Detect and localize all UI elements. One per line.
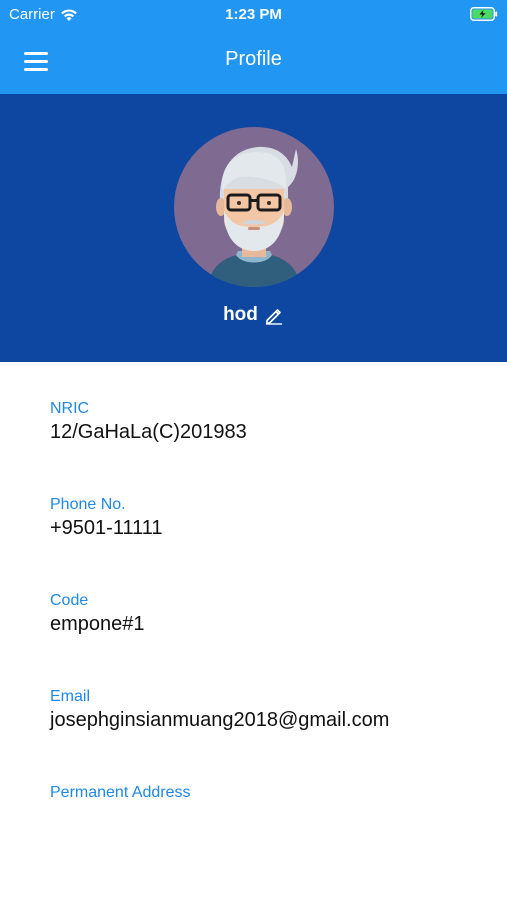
field-phone: Phone No. +9501-11111 xyxy=(50,495,490,591)
field-label: Code xyxy=(50,592,89,609)
field-value: empone#1 xyxy=(50,613,145,635)
username: hod xyxy=(223,304,258,325)
field-value: +9501-11111 xyxy=(50,517,163,539)
field-value: 12/GaHaLa(C)201983 xyxy=(50,421,247,443)
field-value: josephginsianmuang2018@gmail.com xyxy=(50,709,390,731)
field-code: Code empone#1 xyxy=(50,591,490,687)
page-title: Profile xyxy=(225,48,282,70)
status-time: 1:23 PM xyxy=(225,6,282,23)
profile-header: hod xyxy=(0,94,507,362)
field-email: Email josephginsianmuang2018@gmail.com xyxy=(50,687,490,783)
username-row: hod xyxy=(0,304,507,326)
field-label: Permanent Address xyxy=(50,784,191,801)
field-nric: NRIC 12/GaHaLa(C)201983 xyxy=(50,399,490,495)
battery-charging-icon xyxy=(470,7,498,26)
pencil-icon[interactable] xyxy=(264,305,284,325)
field-label: NRIC xyxy=(50,400,90,417)
field-permanent-address: Permanent Address xyxy=(50,783,490,879)
status-bar: Carrier 1:23 PM xyxy=(0,0,507,28)
nav-bar: Profile xyxy=(0,28,507,94)
profile-screen: Carrier 1:23 PM Profile hod NRIC 12/GaHa… xyxy=(0,0,507,900)
avatar xyxy=(174,127,334,287)
profile-fields: NRIC 12/GaHaLa(C)201983 Phone No. +9501-… xyxy=(50,399,490,879)
field-label: Phone No. xyxy=(50,496,126,513)
field-label: Email xyxy=(50,688,91,705)
